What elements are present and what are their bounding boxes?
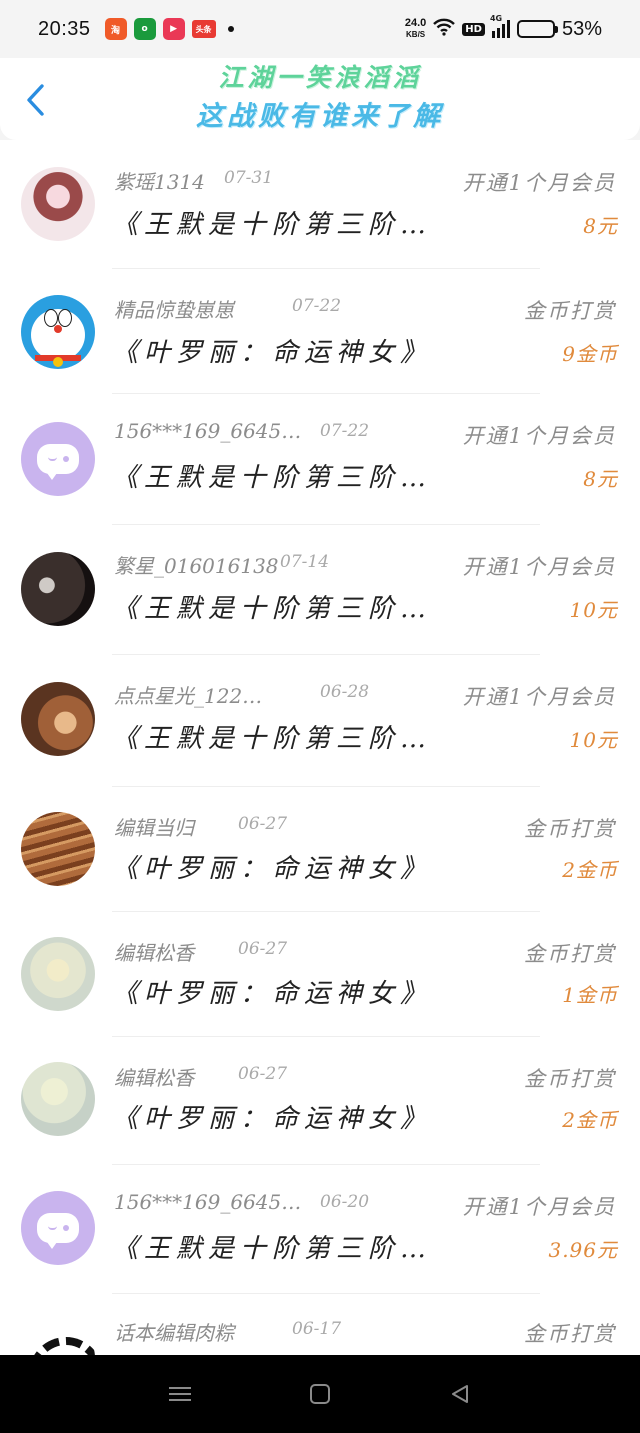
avatar bbox=[21, 422, 95, 496]
chat-bubble-icon bbox=[37, 444, 79, 480]
reward-list: 紫瑶1314 07-31 开通1个月会员 《王默是十阶第三阶… 8元 精品惊蛰崽… bbox=[0, 140, 640, 1355]
avatar bbox=[21, 812, 95, 886]
status-right: 24.0 KB/S HD 4G 53% bbox=[405, 14, 602, 41]
page-header: 江湖一笑浪滔滔 这战败有谁来了解 bbox=[0, 58, 640, 140]
username: 156***169_6645… bbox=[114, 1190, 302, 1214]
date: 06-27 bbox=[238, 814, 288, 834]
signal-icon: 4G bbox=[490, 14, 510, 38]
list-item[interactable]: 精品惊蛰崽崽 07-22 金币打赏 《叶罗丽：命运神女》 9金币 bbox=[0, 268, 640, 394]
system-back-button[interactable] bbox=[440, 1374, 480, 1414]
reward-type: 金币打赏 bbox=[524, 1322, 616, 1346]
net-speed-unit: KB/S bbox=[406, 30, 426, 39]
username: 繁星_016016138 bbox=[114, 554, 279, 578]
book-title: 《叶罗丽：命运神女》 bbox=[112, 338, 433, 368]
battery-icon bbox=[516, 20, 558, 38]
book-title: 《叶罗丽：命运神女》 bbox=[112, 1104, 433, 1134]
reward-type: 开通1个月会员 bbox=[462, 424, 616, 448]
date: 07-31 bbox=[224, 168, 274, 188]
list-item[interactable]: 点点星光_122… 06-28 开通1个月会员 《王默是十阶第三阶… 10元 bbox=[0, 654, 640, 787]
recent-apps-button[interactable] bbox=[160, 1374, 200, 1414]
amount: 8元 bbox=[583, 467, 618, 491]
avatar bbox=[21, 295, 95, 369]
wifi-icon bbox=[433, 18, 456, 40]
triangle-back-icon bbox=[452, 1385, 468, 1403]
list-item[interactable]: 156***169_6645… 06-20 开通1个月会员 《王默是十阶第三阶…… bbox=[0, 1164, 640, 1294]
book-title: 《叶罗丽：命运神女》 bbox=[112, 854, 433, 884]
reward-type: 金币打赏 bbox=[524, 942, 616, 966]
list-item[interactable]: 编辑松香 06-27 金币打赏 《叶罗丽：命运神女》 2金币 bbox=[0, 1036, 640, 1165]
list-item[interactable]: 紫瑶1314 07-31 开通1个月会员 《王默是十阶第三阶… 8元 bbox=[0, 140, 640, 269]
amount: 2金币 bbox=[562, 858, 618, 882]
more-notifications-dot bbox=[227, 26, 234, 32]
net-speed-value: 24.0 bbox=[404, 17, 427, 29]
oppo-app-icon: o bbox=[133, 18, 156, 40]
date: 06-27 bbox=[238, 1064, 288, 1084]
home-icon bbox=[310, 1384, 330, 1404]
amount: 10元 bbox=[569, 598, 618, 622]
username: 精品惊蛰崽崽 bbox=[114, 298, 234, 322]
status-bar: 20:35 淘 o ▶ 头条 24.0 KB/S HD 4G 53% bbox=[0, 0, 640, 58]
date: 06-27 bbox=[238, 939, 288, 959]
reward-type: 金币打赏 bbox=[524, 817, 616, 841]
date: 07-22 bbox=[292, 296, 342, 316]
date: 07-14 bbox=[280, 552, 330, 572]
home-button[interactable] bbox=[300, 1374, 340, 1414]
hd-badge: HD bbox=[462, 22, 485, 36]
list-item[interactable]: 156***169_6645… 07-22 开通1个月会员 《王默是十阶第三阶…… bbox=[0, 393, 640, 525]
battery-percent: 53% bbox=[561, 17, 602, 40]
book-title: 《王默是十阶第三阶… bbox=[112, 1234, 433, 1264]
list-item[interactable]: 编辑当归 06-27 金币打赏 《叶罗丽：命运神女》 2金币 bbox=[0, 786, 640, 912]
book-title: 《叶罗丽：命运神女》 bbox=[112, 979, 433, 1009]
book-title: 《王默是十阶第三阶… bbox=[112, 210, 433, 240]
avatar bbox=[21, 1321, 95, 1355]
list-item[interactable]: 话本编辑肉粽 06-17 金币打赏 bbox=[0, 1293, 640, 1355]
book-title: 《王默是十阶第三阶… bbox=[112, 594, 433, 624]
avatar bbox=[21, 167, 95, 241]
amount: 1金币 bbox=[562, 983, 618, 1007]
net-speed: 24.0 KB/S bbox=[405, 18, 426, 40]
signal-label: 4G bbox=[489, 14, 503, 23]
page-title-line1: 江湖一笑浪滔滔 bbox=[218, 63, 422, 92]
chat-bubble-icon bbox=[37, 1213, 79, 1249]
amount: 10元 bbox=[569, 728, 618, 752]
avatar bbox=[21, 1191, 95, 1265]
notification-icons: 淘 o ▶ 头条 bbox=[104, 18, 216, 40]
status-time: 20:35 bbox=[38, 17, 91, 40]
reward-type: 开通1个月会员 bbox=[462, 555, 616, 579]
reward-type: 金币打赏 bbox=[524, 1067, 616, 1091]
date: 06-17 bbox=[292, 1319, 342, 1339]
username: 156***169_6645… bbox=[114, 419, 302, 443]
username: 话本编辑肉粽 bbox=[114, 1321, 234, 1345]
avatar bbox=[21, 1062, 95, 1136]
taobao-app-icon: 淘 bbox=[104, 18, 127, 40]
video-app-icon: ▶ bbox=[162, 18, 185, 40]
system-nav-bar bbox=[0, 1355, 640, 1433]
username: 紫瑶1314 bbox=[114, 170, 205, 194]
menu-icon bbox=[169, 1383, 191, 1405]
avatar bbox=[21, 937, 95, 1011]
amount: 8元 bbox=[583, 214, 618, 238]
username: 点点星光_122… bbox=[114, 684, 263, 708]
username: 编辑当归 bbox=[114, 816, 194, 840]
book-title: 《王默是十阶第三阶… bbox=[112, 463, 433, 493]
list-item[interactable]: 繁星_016016138 07-14 开通1个月会员 《王默是十阶第三阶… 10… bbox=[0, 524, 640, 655]
toutiao-app-icon: 头条 bbox=[191, 20, 216, 38]
amount: 2金币 bbox=[562, 1108, 618, 1132]
page-title-line2: 这战败有谁来了解 bbox=[196, 101, 444, 132]
amount: 9金币 bbox=[562, 342, 618, 366]
reward-type: 开通1个月会员 bbox=[462, 685, 616, 709]
date: 06-28 bbox=[320, 682, 370, 702]
list-item[interactable]: 编辑松香 06-27 金币打赏 《叶罗丽：命运神女》 1金币 bbox=[0, 911, 640, 1037]
date: 06-20 bbox=[320, 1192, 370, 1212]
reward-type: 开通1个月会员 bbox=[462, 1195, 616, 1219]
avatar bbox=[21, 682, 95, 756]
amount: 3.96元 bbox=[548, 1238, 618, 1262]
avatar bbox=[21, 552, 95, 626]
username: 编辑松香 bbox=[114, 1066, 194, 1090]
date: 07-22 bbox=[320, 421, 370, 441]
book-title: 《王默是十阶第三阶… bbox=[112, 724, 433, 754]
reward-type: 开通1个月会员 bbox=[462, 171, 616, 195]
username: 编辑松香 bbox=[114, 941, 194, 965]
reward-type: 金币打赏 bbox=[524, 299, 616, 323]
